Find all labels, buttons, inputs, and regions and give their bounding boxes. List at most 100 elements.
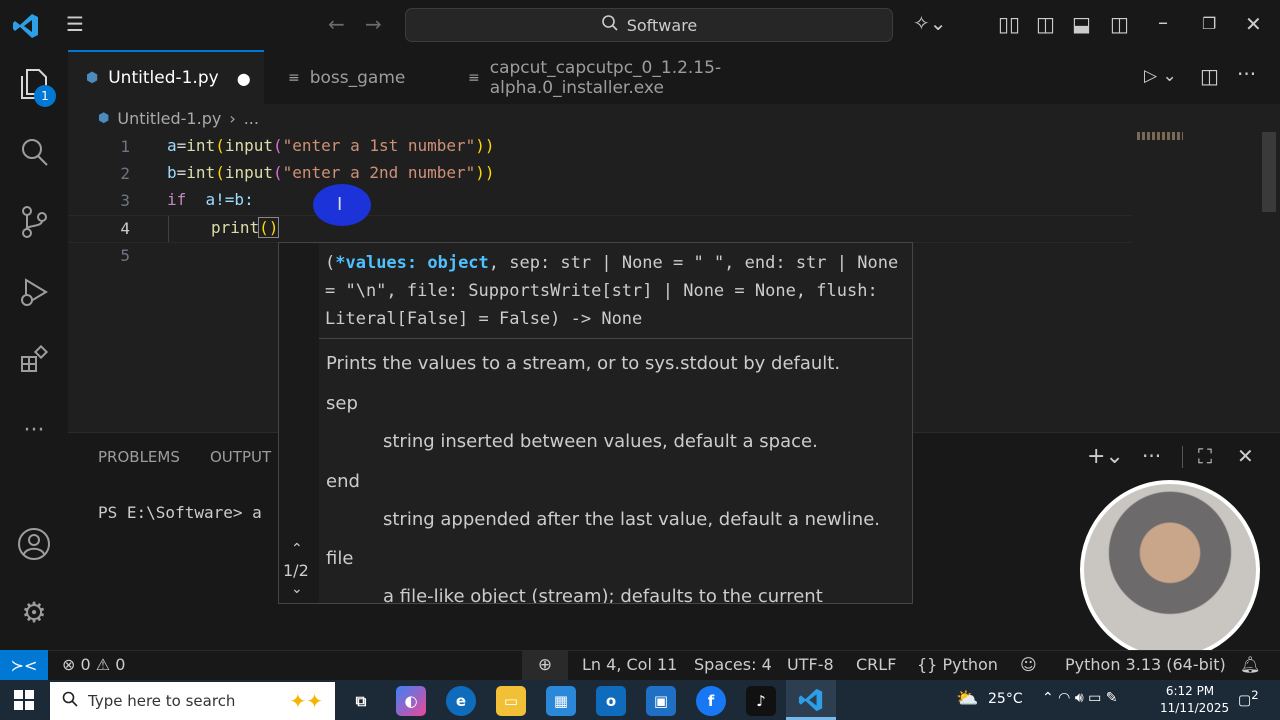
close-panel-icon[interactable]: ✕ [1237, 444, 1254, 468]
facebook-icon[interactable]: f [696, 686, 726, 716]
source-control-icon[interactable] [14, 202, 54, 242]
divider [319, 338, 912, 339]
tab-boss-game[interactable]: ≡ boss_game [270, 52, 442, 104]
copilot-app-icon[interactable]: ◐ [396, 686, 426, 716]
problems-status[interactable]: ⊗ 0 ⚠ 0 [62, 655, 125, 674]
copilot-sparkle-icon[interactable]: ✧⌄ [913, 13, 947, 33]
forward-arrow-icon[interactable]: → [365, 14, 382, 34]
close-window-icon[interactable]: ✕ [1245, 14, 1262, 34]
taskbar-search[interactable]: Type here to search ✦✦ [50, 682, 335, 720]
restore-icon[interactable]: ❐ [1202, 14, 1216, 34]
tab-problems[interactable]: PROBLEMS [98, 448, 180, 466]
cursor-position[interactable]: Ln 4, Col 11 [582, 655, 677, 674]
store-icon[interactable]: ▦ [546, 686, 576, 716]
tab-label: boss_game [309, 68, 406, 88]
tab-label: capcut_capcutpc_0_1.2.15-alpha.0_install… [489, 58, 722, 98]
minimap[interactable] [1137, 132, 1183, 140]
explorer-badge: 1 [34, 85, 56, 107]
language-mode[interactable]: {} Python [917, 655, 998, 674]
more-icon[interactable]: ··· [14, 410, 54, 450]
run-file-icon[interactable]: ▷ ⌄ [1144, 66, 1177, 86]
toggle-panel-icon[interactable]: ⬓ [1072, 14, 1091, 34]
signature-nav: ⌃ 1/2 ⌄ [279, 243, 319, 603]
tab-output[interactable]: OUTPUT [210, 448, 271, 466]
file-explorer-icon[interactable]: ▭ [496, 686, 526, 716]
search-label: Software [626, 15, 698, 35]
edge-icon[interactable]: e [446, 686, 476, 716]
unsaved-dot-icon[interactable]: ● [237, 69, 251, 88]
sparkle-icon: ✦✦ [289, 689, 323, 713]
copilot-icon[interactable]: ☺ [1020, 655, 1037, 674]
breadcrumb[interactable]: ⬢ Untitled-1.py › ... [98, 106, 259, 130]
vscode-app-icon-alt[interactable]: ▣ [646, 686, 676, 716]
command-center-search[interactable]: Software [405, 8, 893, 42]
task-view-icon[interactable]: ⧉ [346, 686, 376, 716]
signature-page: 1/2 [283, 561, 309, 580]
line-number: 4 [120, 219, 130, 238]
python-interpreter[interactable]: Python 3.13 (64-bit) [1065, 655, 1226, 674]
more-actions-icon[interactable]: ··· [1237, 62, 1256, 86]
param-desc: a file-like object (stream); defaults to… [383, 586, 823, 604]
end-of-line[interactable]: CRLF [856, 655, 896, 674]
python-file-icon: ⬢ [86, 70, 99, 86]
new-terminal-icon[interactable]: +⌄ [1087, 444, 1124, 469]
line-number: 5 [120, 246, 130, 265]
back-arrow-icon[interactable]: ← [328, 14, 345, 34]
indentation[interactable]: Spaces: 4 [694, 655, 772, 674]
param-name: sep [326, 393, 358, 414]
notification-center-icon[interactable]: ▢2 [1238, 688, 1259, 709]
signature-doc: Prints the values to a stream, or to sys… [326, 353, 841, 374]
divider [1182, 446, 1183, 468]
breadcrumb-rest[interactable]: ... [244, 109, 259, 128]
editor-scrollbar[interactable] [1262, 132, 1276, 212]
panel-more-icon[interactable]: ··· [1142, 444, 1161, 468]
tiktok-icon[interactable]: ♪ [746, 686, 776, 716]
chevron-up-icon[interactable]: ⌃ [291, 541, 303, 557]
file-lines-icon: ≡ [288, 70, 300, 86]
settings-gear-icon[interactable]: ⚙ [14, 592, 54, 632]
signature-help-popup[interactable]: ⌃ 1/2 ⌄ (*values: object, sep: str | Non… [278, 242, 913, 604]
line-number: 2 [120, 164, 130, 183]
param-desc: string inserted between values, default … [383, 431, 818, 452]
warning-icon: ⚠ [95, 655, 111, 674]
tab-label: Untitled-1.py [108, 68, 219, 88]
zoom-icon[interactable]: ⊕ [522, 650, 568, 680]
windows-start-icon[interactable] [14, 690, 34, 714]
tray-icons[interactable]: ⌃ ◠ 🔊︎ ▭ ✎ [1042, 690, 1118, 706]
menu-icon[interactable]: ☰ [66, 14, 84, 34]
code-line-3[interactable]: if a!=b: [167, 190, 254, 209]
outlook-icon[interactable]: o [596, 686, 626, 716]
breadcrumb-file[interactable]: Untitled-1.py [117, 109, 221, 128]
run-debug-icon[interactable] [14, 272, 54, 312]
maximize-panel-icon[interactable]: ⛶ [1198, 444, 1212, 468]
file-lines-icon: ≡ [468, 70, 480, 86]
encoding[interactable]: UTF-8 [787, 655, 834, 674]
search-icon [601, 14, 619, 36]
account-icon[interactable] [14, 524, 54, 564]
temperature[interactable]: 25°C [988, 691, 1023, 707]
code-line-4[interactable]: print() [211, 217, 280, 238]
minimize-icon[interactable]: – [1158, 12, 1168, 32]
split-editor-icon[interactable]: ◫ [1200, 64, 1219, 88]
chevron-down-icon[interactable]: ⌄ [291, 581, 303, 597]
toggle-secondary-sidebar-icon[interactable]: ◫ [1110, 14, 1129, 34]
customize-layout-icon[interactable]: ▯▯ [998, 14, 1020, 34]
time: 6:12 PM [1165, 684, 1215, 698]
search-icon [62, 691, 78, 711]
weather-icon[interactable]: ⛅ [956, 688, 978, 709]
code-line-2[interactable]: b=int(input("enter a 2nd number")) [167, 163, 495, 182]
terminal-prompt[interactable]: PS E:\Software> a [98, 503, 262, 522]
breadcrumb-sep: › [229, 108, 236, 128]
remote-icon[interactable]: ≻< [0, 650, 48, 680]
extensions-icon[interactable] [14, 340, 54, 380]
text-cursor-icon: I [337, 194, 343, 215]
vscode-logo-icon[interactable] [12, 12, 40, 40]
vscode-taskbar-active[interactable] [786, 680, 836, 720]
notifications-bell-icon[interactable]: 🔔︎ [1240, 655, 1260, 674]
toggle-sidebar-icon[interactable]: ◫ [1036, 14, 1055, 34]
search-icon[interactable] [14, 132, 54, 172]
tab-untitled-1[interactable]: ⬢ Untitled-1.py ● [68, 50, 264, 104]
code-line-1[interactable]: a=int(input("enter a 1st number")) [167, 136, 495, 155]
clock[interactable]: 6:12 PM 11/11/2025 [1160, 683, 1229, 717]
tab-capcut-installer[interactable]: ≡ capcut_capcutpc_0_1.2.15-alpha.0_insta… [450, 52, 890, 104]
